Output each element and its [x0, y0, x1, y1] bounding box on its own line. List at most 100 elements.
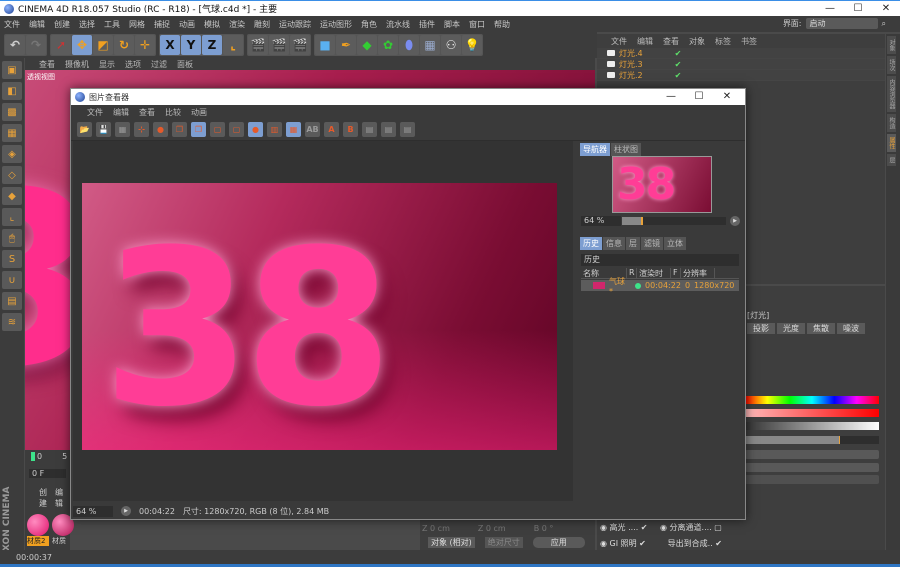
render-region-icon[interactable]: ❐: [191, 122, 206, 137]
render-picture-viewer-icon[interactable]: 🎬: [269, 35, 289, 55]
axis-mode-icon[interactable]: ⌞: [2, 208, 22, 226]
menu-item[interactable]: 角色: [361, 19, 377, 30]
pv-menu-item[interactable]: 动画: [191, 107, 207, 118]
menu-item[interactable]: 选择: [79, 19, 95, 30]
pv-menu-item[interactable]: 查看: [139, 107, 155, 118]
undo-icon[interactable]: ↶: [5, 35, 25, 55]
polygons-mode-icon[interactable]: ◆: [2, 187, 22, 205]
camera-icon[interactable]: ⚇: [441, 35, 461, 55]
person-icon[interactable]: ●: [153, 122, 168, 137]
play-icon[interactable]: ▶: [121, 506, 131, 516]
tab-histogram[interactable]: 柱状图: [611, 143, 641, 156]
z-size-field[interactable]: Z 0 cm: [478, 524, 506, 533]
side-tab[interactable]: 构造: [887, 114, 896, 132]
material-swatch[interactable]: 材质2: [27, 514, 49, 546]
compare-icon[interactable]: ▥: [267, 122, 282, 137]
object-name[interactable]: 灯光.4: [619, 48, 643, 59]
tab-navigator[interactable]: 导航器: [580, 143, 610, 156]
specular-checkbox[interactable]: ◉ 高光 .... ✔: [600, 522, 660, 533]
play-icon[interactable]: ▶: [730, 216, 740, 226]
side-tab[interactable]: 场次: [887, 56, 896, 74]
picture-viewer-canvas[interactable]: 38: [73, 141, 573, 501]
object-menu-item[interactable]: 文件: [611, 36, 627, 47]
y-axis-icon[interactable]: Y: [181, 35, 201, 55]
fullscreen-icon[interactable]: ▦: [115, 122, 130, 137]
menu-item[interactable]: 工具: [104, 19, 120, 30]
set-b-icon[interactable]: B: [343, 122, 358, 137]
object-menu-item[interactable]: 对象: [689, 36, 705, 47]
history-row[interactable]: 气球 * 00:04:22 0 1280x720: [581, 277, 739, 296]
pv-menu-item[interactable]: 文件: [87, 107, 103, 118]
menu-item[interactable]: 网格: [129, 19, 145, 30]
tab-layers[interactable]: 层: [626, 237, 640, 250]
viewport-menu-item[interactable]: 显示: [99, 59, 115, 70]
z-axis-icon[interactable]: Z: [202, 35, 222, 55]
viewport-menu-item[interactable]: 选项: [125, 59, 141, 70]
viewport-menu-item[interactable]: 面板: [177, 59, 193, 70]
pv-close-button[interactable]: ✕: [713, 89, 741, 105]
stereo-icon-2[interactable]: ▤: [381, 122, 396, 137]
tab-history[interactable]: 历史: [580, 237, 602, 250]
object-name[interactable]: 灯光.3: [619, 59, 643, 70]
object-menu-item[interactable]: 查看: [663, 36, 679, 47]
navigator-zoom-field[interactable]: 64 %: [581, 216, 621, 226]
redo-icon[interactable]: ↷: [26, 35, 46, 55]
zoom-field[interactable]: 64 %: [73, 505, 113, 517]
viewport-menu-item[interactable]: 过滤: [151, 59, 167, 70]
search-icon[interactable]: ⌕: [882, 19, 886, 29]
menu-item[interactable]: 雕刻: [254, 19, 270, 30]
interface-select[interactable]: 启动: [805, 18, 878, 29]
x-axis-icon[interactable]: X: [160, 35, 180, 55]
grid-snap-icon[interactable]: ▤: [2, 292, 22, 310]
menu-item[interactable]: 模拟: [204, 19, 220, 30]
object-row[interactable]: 灯光.4 ✔: [597, 48, 885, 59]
viewport-menu-item[interactable]: 查看: [39, 59, 55, 70]
model-mode-icon[interactable]: ◧: [2, 82, 22, 100]
value-slider[interactable]: [745, 422, 879, 430]
side-tab[interactable]: 内容浏览器: [887, 76, 896, 112]
tab-photometric[interactable]: 光度: [777, 323, 805, 334]
pen-icon[interactable]: ✒: [336, 35, 356, 55]
edges-mode-icon[interactable]: ◇: [2, 166, 22, 184]
side-tab[interactable]: 层: [887, 154, 896, 166]
subdivision-icon[interactable]: ◆: [357, 35, 377, 55]
visibility-check-icon[interactable]: ✔: [675, 60, 682, 69]
move-icon[interactable]: ✥: [72, 35, 92, 55]
minimize-button[interactable]: —: [816, 1, 844, 17]
copy-icon[interactable]: ❐: [172, 122, 187, 137]
layer-icon[interactable]: ≋: [2, 313, 22, 331]
navigator-thumbnail[interactable]: 38: [612, 156, 712, 213]
coordinate-system-icon[interactable]: ⌞: [223, 35, 243, 55]
texture-mode-icon[interactable]: ▩: [2, 103, 22, 121]
z-position-field[interactable]: Z 0 cm: [422, 524, 450, 533]
export-to-compositing-checkbox[interactable]: 导出到合成.. ✔: [660, 538, 740, 549]
object-row[interactable]: 灯光.3 ✔: [597, 59, 885, 70]
menu-item[interactable]: 脚本: [444, 19, 460, 30]
dropdown-2[interactable]: [745, 463, 879, 472]
close-button[interactable]: ✕: [872, 1, 900, 17]
magnet-icon[interactable]: ∪: [2, 271, 22, 289]
scale-icon[interactable]: ◩: [93, 35, 113, 55]
maximize-button[interactable]: ☐: [844, 1, 872, 17]
timeline-start[interactable]: 0: [31, 452, 42, 461]
tab-stereo[interactable]: 立体: [664, 237, 686, 250]
menu-item[interactable]: 动画: [179, 19, 195, 30]
object-name[interactable]: 灯光.2: [619, 70, 643, 81]
pv-maximize-button[interactable]: ☐: [685, 89, 713, 105]
render-settings-icon[interactable]: 🎬: [290, 35, 310, 55]
set-a-icon[interactable]: A: [324, 122, 339, 137]
object-row[interactable]: 灯光.2 ✔: [597, 70, 885, 81]
menu-item[interactable]: 窗口: [469, 19, 485, 30]
menu-item[interactable]: 编辑: [29, 19, 45, 30]
size-mode-select[interactable]: 绝对尺寸: [484, 537, 523, 548]
menu-item[interactable]: 帮助: [494, 19, 510, 30]
current-frame-field[interactable]: 0 F: [29, 469, 66, 478]
snap-icon[interactable]: S: [2, 250, 22, 268]
tab-shadow[interactable]: 投影: [747, 323, 775, 334]
menu-item[interactable]: 运动图形: [320, 19, 352, 30]
visibility-check-icon[interactable]: ✔: [675, 71, 682, 80]
light-icon[interactable]: 💡: [462, 35, 482, 55]
dropdown-1[interactable]: [745, 450, 879, 459]
tab-info[interactable]: 信息: [603, 237, 625, 250]
side-tab[interactable]: 对象: [887, 36, 896, 54]
